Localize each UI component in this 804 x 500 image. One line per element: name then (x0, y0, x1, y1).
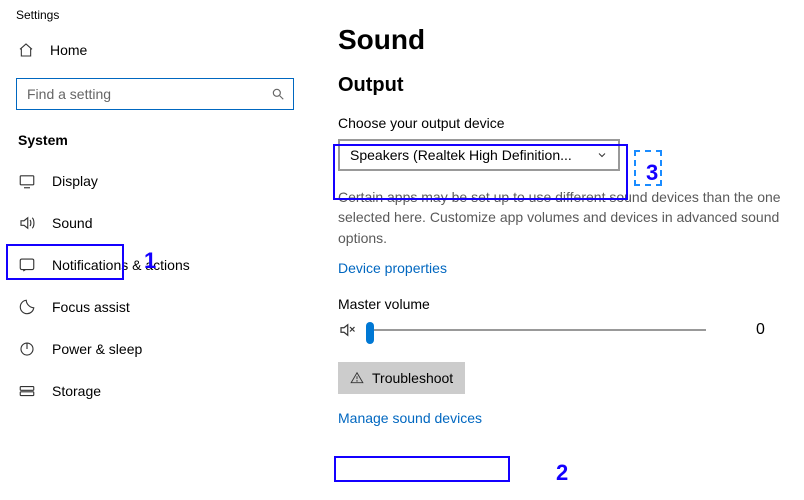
sidebar-item-label: Display (52, 173, 98, 189)
volume-slider[interactable] (366, 320, 706, 340)
sidebar-item-label: Focus assist (52, 299, 130, 315)
volume-value: 0 (756, 321, 765, 339)
manage-sound-devices-link[interactable]: Manage sound devices (338, 410, 482, 426)
home-icon (18, 42, 34, 58)
sidebar-item-label: Notifications & actions (52, 257, 190, 273)
settings-window: Settings Home System Display (0, 0, 804, 500)
annotation-marker-2: 2 (556, 460, 568, 486)
sidebar: Settings Home System Display (0, 0, 310, 500)
sidebar-item-notifications[interactable]: Notifications & actions (0, 244, 310, 286)
output-device-value: Speakers (Realtek High Definition... (350, 147, 572, 163)
home-button[interactable]: Home (18, 34, 294, 66)
output-description: Certain apps may be set up to use differ… (338, 187, 798, 248)
home-label: Home (50, 42, 87, 58)
sidebar-top: Home (0, 22, 310, 110)
search-input[interactable] (16, 78, 294, 110)
search-icon (271, 87, 285, 101)
storage-icon (18, 382, 36, 400)
chevron-down-icon (596, 149, 608, 161)
slider-track (366, 329, 706, 331)
troubleshoot-button[interactable]: Troubleshoot (338, 362, 465, 394)
sound-icon (18, 214, 36, 232)
master-volume-label: Master volume (338, 296, 798, 312)
sidebar-item-label: Storage (52, 383, 101, 399)
content: Sound Output Choose your output device S… (338, 0, 798, 426)
sidebar-item-power-sleep[interactable]: Power & sleep (0, 328, 310, 370)
device-properties-link[interactable]: Device properties (338, 260, 447, 276)
focus-assist-icon (18, 298, 36, 316)
annotation-box-2 (334, 456, 510, 482)
sidebar-group-heading: System (0, 110, 310, 156)
slider-thumb[interactable] (366, 322, 374, 344)
sidebar-item-label: Sound (52, 215, 92, 231)
output-heading: Output (338, 74, 798, 97)
troubleshoot-label: Troubleshoot (372, 370, 453, 386)
output-device-select[interactable]: Speakers (Realtek High Definition... (338, 139, 620, 171)
power-icon (18, 340, 36, 358)
search-field[interactable] (25, 85, 271, 103)
sidebar-item-storage[interactable]: Storage (0, 370, 310, 412)
sidebar-item-sound[interactable]: Sound (0, 202, 310, 244)
sidebar-item-focus-assist[interactable]: Focus assist (0, 286, 310, 328)
sidebar-item-label: Power & sleep (52, 341, 142, 357)
warning-icon (350, 371, 364, 385)
sidebar-nav: Display Sound Notifications & actions Fo… (0, 156, 310, 412)
mute-icon[interactable] (338, 321, 356, 339)
volume-row: 0 (338, 320, 798, 340)
display-icon (18, 172, 36, 190)
sidebar-item-display[interactable]: Display (0, 160, 310, 202)
page-title: Sound (338, 24, 798, 56)
window-title: Settings (0, 6, 310, 22)
notifications-icon (18, 256, 36, 274)
output-device-label: Choose your output device (338, 115, 798, 131)
